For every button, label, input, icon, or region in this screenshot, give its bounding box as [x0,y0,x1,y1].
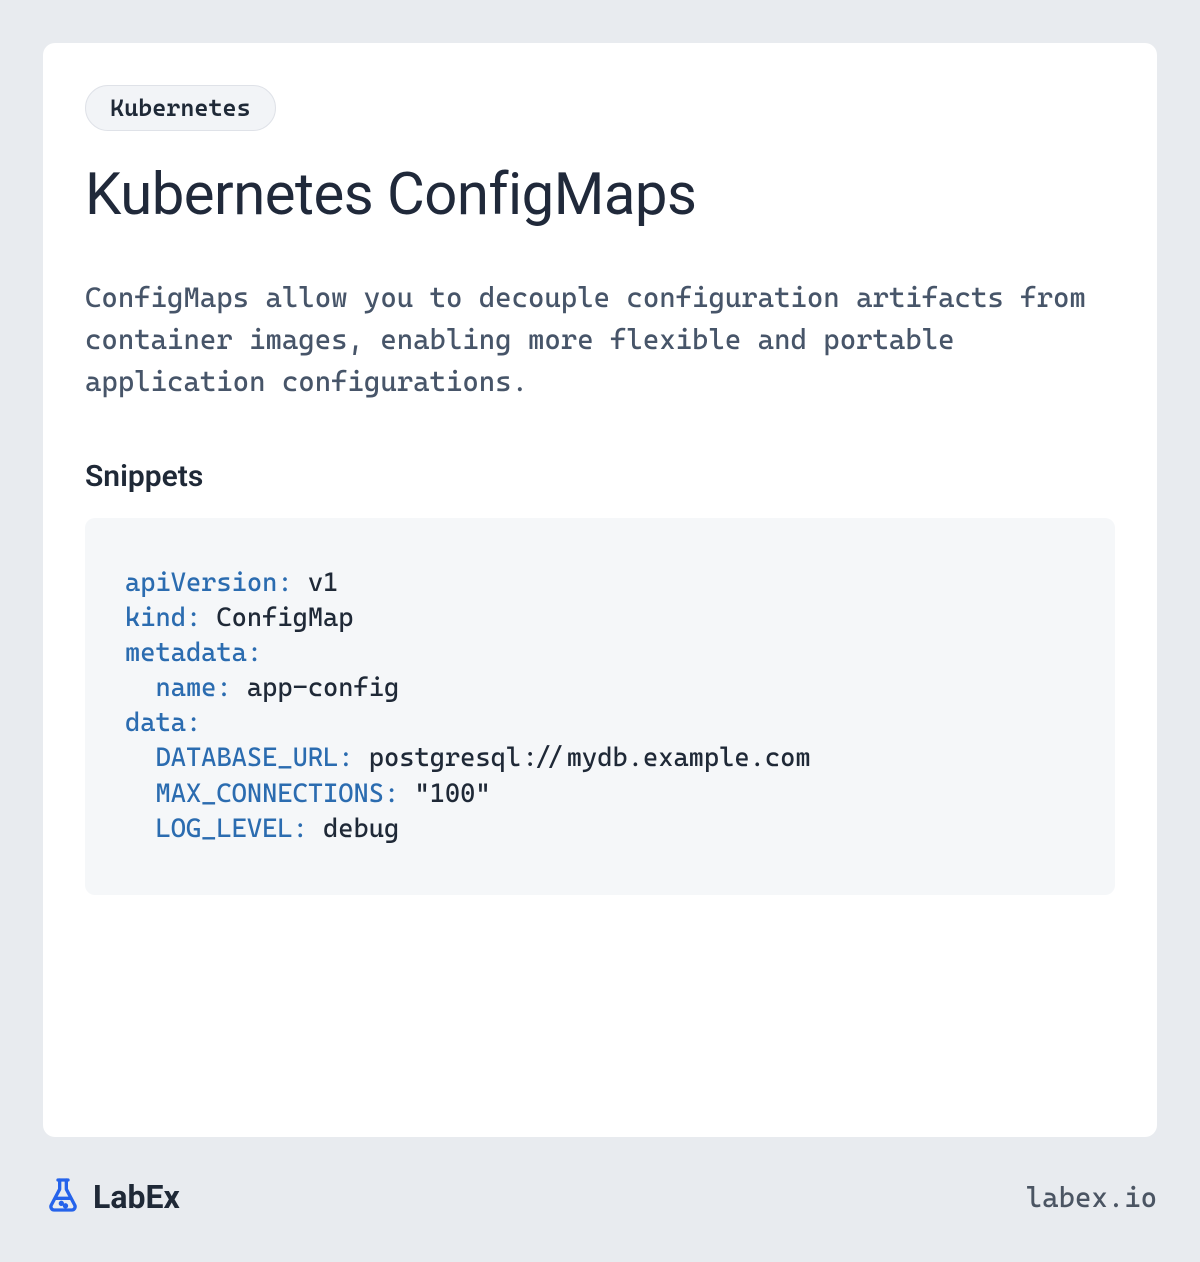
snippets-heading: Snippets [85,459,1115,494]
content-card: Kubernetes Kubernetes ConfigMaps ConfigM… [43,43,1157,1137]
brand: LabEx [43,1175,180,1219]
page-title: Kubernetes ConfigMaps [85,161,1115,229]
code-snippet: apiVersion: v1 kind: ConfigMap metadata:… [85,518,1115,895]
category-tag: Kubernetes [85,85,276,131]
footer: LabEx labex.io [43,1175,1157,1219]
site-url: labex.io [1026,1181,1157,1214]
brand-name: LabEx [93,1178,180,1216]
flask-icon [43,1175,83,1219]
description-text: ConfigMaps allow you to decouple configu… [85,277,1115,403]
